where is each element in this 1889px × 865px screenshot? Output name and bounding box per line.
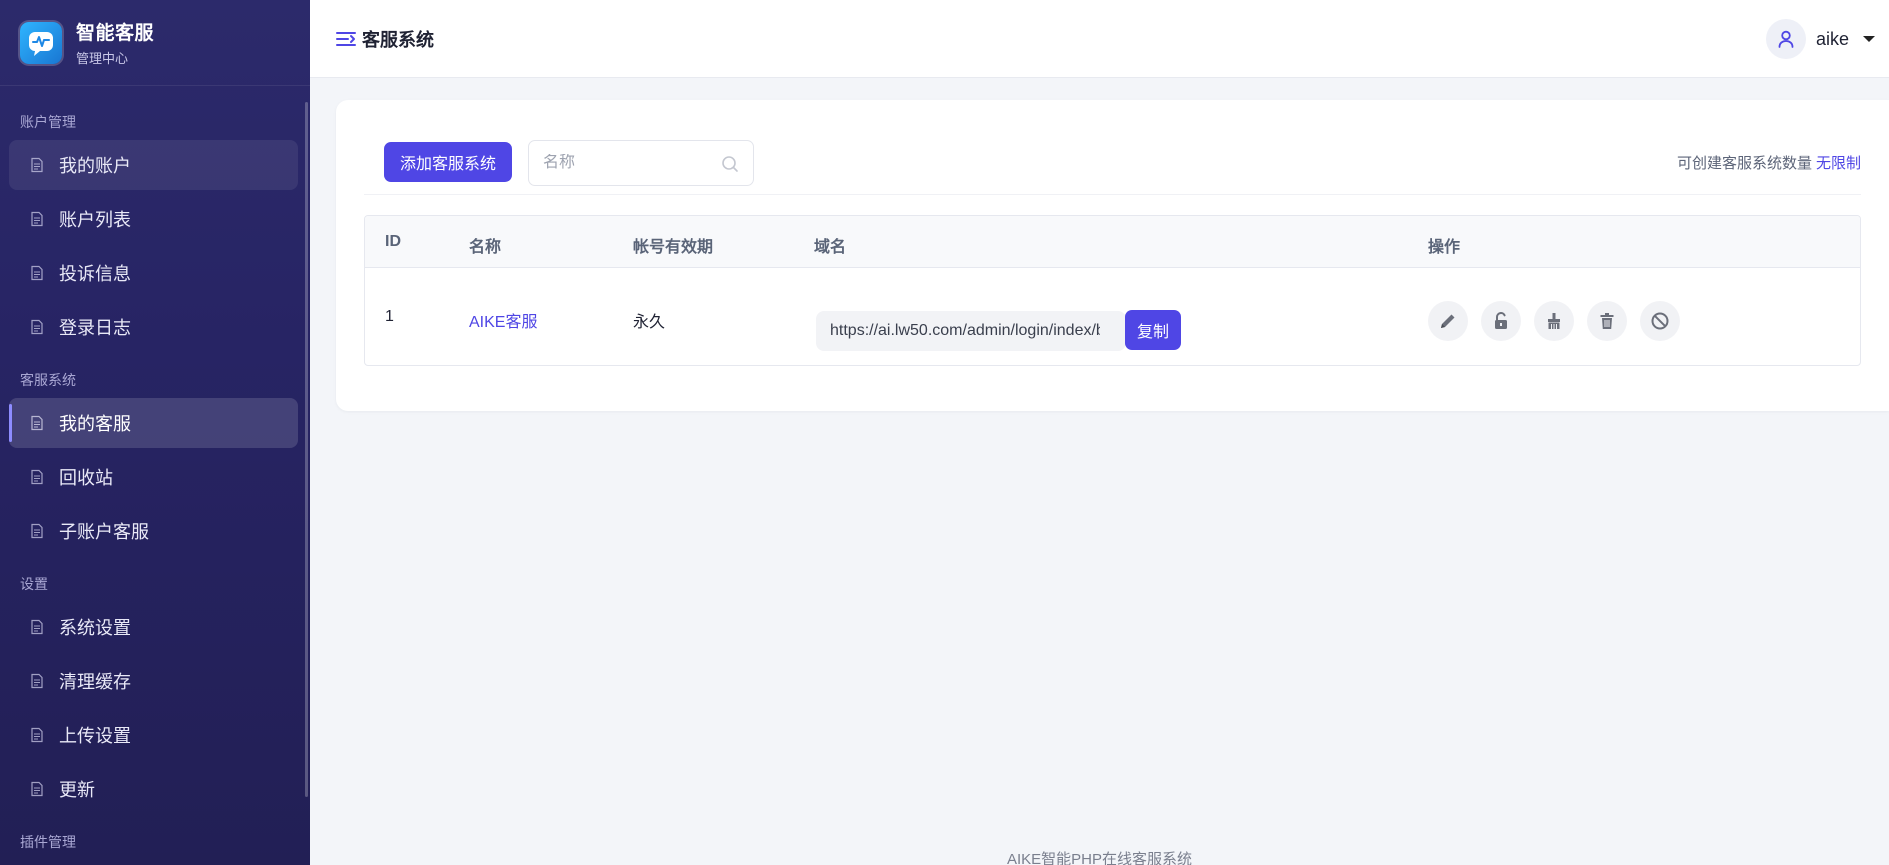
sidebar-item-label: 系统设置: [59, 618, 131, 638]
clean-button[interactable]: [1534, 301, 1574, 341]
nav-group-settings: 设置: [20, 576, 48, 592]
toolbar: 添加客服系统 可创建客服系统数量无限制: [384, 140, 1861, 188]
sidebar-item-label: 账户列表: [59, 210, 131, 230]
cell-id: 1: [385, 308, 394, 325]
sidebar-item-label: 回收站: [59, 468, 113, 488]
caret-down-icon[interactable]: [1863, 36, 1875, 42]
sidebar-item-account-list[interactable]: 账户列表: [9, 194, 298, 244]
service-table: ID 名称 帐号有效期 域名 操作 1 AIKE客服 永久 https://ai…: [364, 215, 1861, 366]
trash-icon: [1600, 313, 1614, 329]
user-menu[interactable]: aike: [1765, 19, 1875, 59]
sidebar-nav: 账户管理 我的账户 账户列表 投诉信息 登录日志 客服系统 我的客服 回收站 子…: [0, 86, 310, 858]
brand-text: 智能客服 管理中心: [76, 18, 154, 67]
chat-logo-icon: [20, 21, 62, 64]
document-icon: [31, 319, 43, 335]
sidebar-item-my-account[interactable]: 我的账户: [9, 140, 298, 190]
sidebar-item-label: 我的账户: [59, 156, 131, 176]
sidebar-item-label: 投诉信息: [59, 264, 131, 284]
sidebar-item-login-log[interactable]: 登录日志: [9, 302, 298, 352]
search-input[interactable]: [543, 154, 713, 172]
document-icon: [31, 415, 43, 431]
document-icon: [31, 211, 43, 227]
column-header-actions: 操作: [1428, 239, 1461, 256]
table-header: ID 名称 帐号有效期 域名 操作: [365, 216, 1860, 268]
sidebar-item-label: 我的客服: [59, 414, 131, 434]
sidebar-item-complaints[interactable]: 投诉信息: [9, 248, 298, 298]
sidebar-item-label: 清理缓存: [59, 672, 131, 692]
delete-button[interactable]: [1587, 301, 1627, 341]
column-header-name: 名称: [469, 239, 502, 256]
brand: 智能客服 管理中心: [0, 0, 310, 86]
unlock-icon: [1495, 312, 1507, 329]
table-row: 1 AIKE客服 永久 https://ai.lw50.com/admin/lo…: [365, 268, 1860, 365]
quota-label: 可创建客服系统数量: [1676, 155, 1812, 172]
nav-group-plugins: 插件管理: [20, 834, 76, 850]
add-service-button[interactable]: 添加客服系统: [384, 142, 513, 182]
document-icon: [31, 673, 43, 689]
nav-group-service: 客服系统: [20, 372, 76, 388]
user-icon: [1778, 30, 1794, 48]
edit-icon: [1441, 314, 1455, 328]
document-icon: [31, 523, 43, 539]
document-icon: [31, 469, 43, 485]
brand-title: 智能客服: [76, 23, 155, 44]
document-icon: [31, 157, 43, 173]
sidebar-item-label: 子账户客服: [59, 522, 149, 542]
document-icon: [31, 619, 43, 635]
avatar[interactable]: [1765, 19, 1806, 59]
domain-text[interactable]: https://ai.lw50.com/admin/login/index/bu…: [830, 322, 1100, 340]
disable-button[interactable]: [1640, 301, 1680, 341]
quota-value: 无限制: [1815, 155, 1861, 172]
quota-info: 可创建客服系统数量 无限制: [1677, 152, 1861, 173]
cell-validity: 永久: [633, 314, 666, 331]
sidebar-item-update[interactable]: 更新: [9, 764, 298, 814]
sidebar-item-system-settings[interactable]: 系统设置: [9, 602, 298, 652]
domain-field[interactable]: https://ai.lw50.com/admin/login/index/bu…: [816, 311, 1126, 351]
sidebar-item-upload-settings[interactable]: 上传设置: [9, 710, 298, 760]
document-icon: [31, 781, 43, 797]
brush-icon: [1548, 313, 1560, 329]
column-header-domain: 域名: [814, 239, 847, 256]
document-icon: [31, 727, 43, 743]
sidebar: 智能客服 管理中心 账户管理 我的账户 账户列表 投诉信息 登录日志 客服系统 …: [0, 0, 310, 865]
footer: AIKE智能PHP在线客服系统: [1006, 851, 1193, 865]
copy-button[interactable]: 复制: [1125, 310, 1182, 350]
toolbar-divider: [364, 194, 1861, 195]
nav-group-account: 账户管理: [20, 114, 76, 130]
row-actions: [1428, 301, 1693, 341]
ban-icon: [1651, 312, 1669, 330]
sidebar-item-label: 上传设置: [59, 726, 131, 746]
sidebar-item-label: 更新: [59, 780, 95, 800]
brand-subtitle: 管理中心: [76, 51, 129, 66]
service-name-link[interactable]: AIKE客服: [469, 308, 537, 332]
service-list-card: 添加客服系统 可创建客服系统数量无限制 ID 名称 帐号有效期 域名 操作: [336, 100, 1889, 411]
document-icon: [31, 265, 43, 281]
sidebar-item-my-service[interactable]: 我的客服: [9, 398, 298, 448]
sidebar-item-recycle-bin[interactable]: 回收站: [9, 452, 298, 502]
page-title: 客服系统: [362, 29, 434, 50]
sidebar-scrollbar[interactable]: [305, 102, 308, 797]
user-name[interactable]: aike: [1816, 29, 1849, 50]
sidebar-item-label: 登录日志: [59, 318, 131, 338]
search-icon[interactable]: [721, 155, 739, 173]
top-header: 客服系统 aike: [310, 0, 1889, 78]
unlock-button[interactable]: [1481, 301, 1521, 341]
app-root: 智能客服 管理中心 账户管理 我的账户 账户列表 投诉信息 登录日志 客服系统 …: [0, 0, 1889, 865]
sidebar-item-clear-cache[interactable]: 清理缓存: [9, 656, 298, 706]
menu-toggle-icon[interactable]: [336, 31, 356, 47]
column-header-id: ID: [385, 233, 401, 250]
column-header-validity: 帐号有效期: [633, 239, 714, 256]
edit-button[interactable]: [1428, 301, 1468, 341]
search-box[interactable]: [528, 140, 754, 186]
sidebar-item-sub-account-service[interactable]: 子账户客服: [9, 506, 298, 556]
